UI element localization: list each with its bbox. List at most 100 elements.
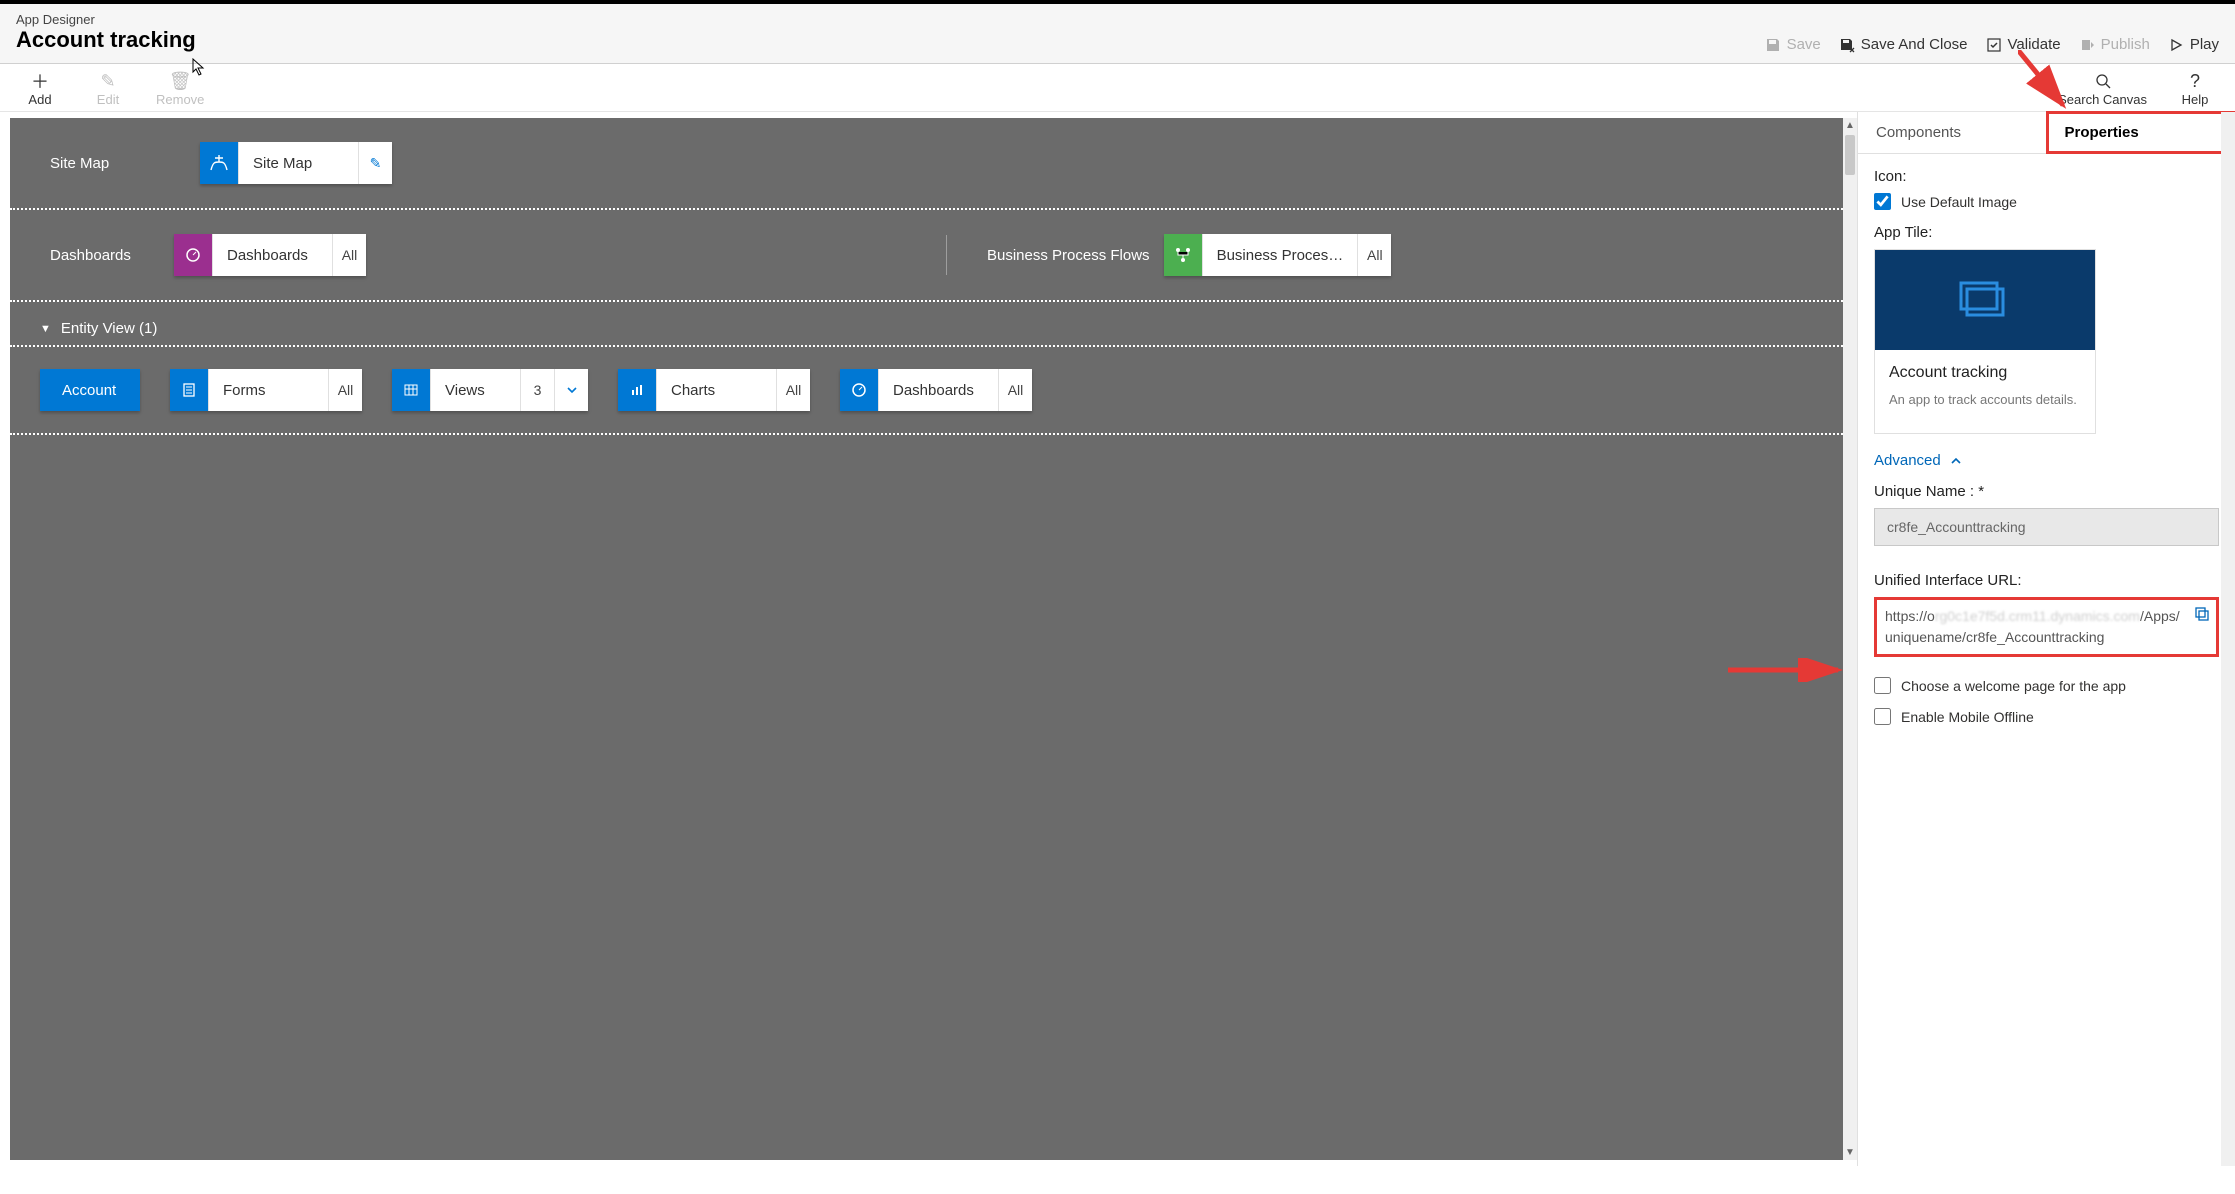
copy-icon[interactable] xyxy=(2194,606,2210,628)
use-default-image-label: Use Default Image xyxy=(1901,194,2017,210)
sitemap-icon xyxy=(200,142,238,184)
forms-tile[interactable]: Forms All xyxy=(170,369,362,411)
bpf-tile-label: Business Proces… xyxy=(1202,234,1358,276)
url-label: Unified Interface URL: xyxy=(1874,572,2219,589)
sitemap-edit-icon[interactable]: ✎ xyxy=(358,142,392,184)
search-icon xyxy=(2095,70,2111,92)
publish-label: Publish xyxy=(2101,36,2150,53)
dashboards-tile-label: Dashboards xyxy=(212,234,332,276)
play-label: Play xyxy=(2190,36,2219,53)
advanced-toggle[interactable]: Advanced xyxy=(1874,452,2219,469)
help-button[interactable]: ? Help xyxy=(2175,70,2215,107)
publish-button: Publish xyxy=(2079,36,2150,53)
add-button[interactable]: ＋ Add xyxy=(20,70,60,107)
welcome-page-input[interactable] xyxy=(1874,677,1891,694)
dashboards-suffix[interactable]: All xyxy=(332,234,366,276)
save-label: Save xyxy=(1787,36,1821,53)
right-pane: Components Properties Icon: Use Default … xyxy=(1857,112,2235,1166)
welcome-page-label: Choose a welcome page for the app xyxy=(1901,678,2126,694)
sitemap-tile-label: Site Map xyxy=(238,142,358,184)
app-tile-desc: An app to track accounts details. xyxy=(1889,392,2081,407)
views-icon xyxy=(392,369,430,411)
edit-button: ✎ Edit xyxy=(88,70,128,107)
save-button: Save xyxy=(1765,36,1821,53)
caret-down-icon: ▼ xyxy=(40,323,51,335)
app-tile-icon xyxy=(1875,250,2095,350)
validate-label: Validate xyxy=(2008,36,2061,53)
add-label: Add xyxy=(28,92,51,107)
help-label: Help xyxy=(2182,92,2209,107)
dashboards-tile[interactable]: Dashboards All xyxy=(174,234,366,276)
use-default-image-checkbox[interactable]: Use Default Image xyxy=(1874,193,2219,210)
save-and-close-button[interactable]: Save And Close xyxy=(1839,36,1968,53)
pane-scrollbar[interactable] xyxy=(2221,112,2235,1166)
plus-icon: ＋ xyxy=(31,70,49,92)
views-tile-label: Views xyxy=(430,369,520,411)
pencil-icon: ✎ xyxy=(100,70,115,92)
app-tile-label: App Tile: xyxy=(1874,224,2219,241)
bpf-row-label: Business Process Flows xyxy=(987,247,1150,264)
page-subtitle: App Designer xyxy=(16,12,196,27)
views-chevron-icon[interactable] xyxy=(554,369,588,411)
use-default-image-input[interactable] xyxy=(1874,193,1891,210)
ent-dash-suffix[interactable]: All xyxy=(998,369,1032,411)
unique-name-input xyxy=(1874,508,2219,546)
save-close-icon xyxy=(1839,37,1855,53)
bpf-tile[interactable]: Business Proces… All xyxy=(1164,234,1392,276)
forms-suffix[interactable]: All xyxy=(328,369,362,411)
url-value-box: https://org0c1e7f5d.crm11.dynamics.com/A… xyxy=(1874,597,2219,657)
toolbar: ＋ Add ✎ Edit 🗑 Remove Search Canvas ? He… xyxy=(0,64,2235,112)
edit-label: Edit xyxy=(97,92,119,107)
welcome-page-checkbox[interactable]: Choose a welcome page for the app xyxy=(1874,677,2219,694)
canvas-scrollbar[interactable]: ▲ ▼ xyxy=(1843,118,1857,1160)
icon-label: Icon: xyxy=(1874,168,2219,185)
scroll-thumb[interactable] xyxy=(1845,135,1855,175)
play-button[interactable]: Play xyxy=(2168,36,2219,53)
search-canvas-button[interactable]: Search Canvas xyxy=(2058,70,2147,107)
help-icon: ? xyxy=(2190,70,2200,92)
scroll-up-icon[interactable]: ▲ xyxy=(1843,118,1857,133)
charts-suffix[interactable]: All xyxy=(776,369,810,411)
row-separator xyxy=(946,235,947,275)
publish-icon xyxy=(2079,37,2095,53)
views-suffix[interactable]: 3 xyxy=(520,369,554,411)
dashboard-icon xyxy=(174,234,212,276)
page-title: Account tracking xyxy=(16,27,196,53)
mobile-offline-input[interactable] xyxy=(1874,708,1891,725)
search-canvas-label: Search Canvas xyxy=(2058,92,2147,107)
scroll-down-icon[interactable]: ▼ xyxy=(1843,1145,1857,1160)
top-bar: App Designer Account tracking Save Save … xyxy=(0,0,2235,64)
views-tile[interactable]: Views 3 xyxy=(392,369,588,411)
remove-label: Remove xyxy=(156,92,204,107)
url-blur: rg0c1e7f5d.crm11.dynamics.com xyxy=(1935,608,2140,624)
trash-icon: 🗑 xyxy=(169,70,192,92)
charts-tile[interactable]: Charts All xyxy=(618,369,810,411)
annotation-arrow-url xyxy=(1728,658,1843,682)
entity-view-header[interactable]: ▼ Entity View (1) xyxy=(10,302,1843,347)
play-icon xyxy=(2168,37,2184,53)
save-and-close-label: Save And Close xyxy=(1861,36,1968,53)
app-tile-preview: Account tracking An app to track account… xyxy=(1874,249,2096,434)
ent-dash-tile-label: Dashboards xyxy=(878,369,998,411)
designer-canvas[interactable]: Site Map Site Map ✎ Dashboards xyxy=(10,118,1843,1160)
entity-dashboards-tile[interactable]: Dashboards All xyxy=(840,369,1032,411)
dashboards-row-label: Dashboards xyxy=(50,247,160,264)
tab-components[interactable]: Components xyxy=(1858,112,2047,153)
dashboard-icon xyxy=(840,369,878,411)
bpf-icon xyxy=(1164,234,1202,276)
advanced-label: Advanced xyxy=(1874,452,1941,469)
sitemap-tile[interactable]: Site Map ✎ xyxy=(200,142,392,184)
entity-account-label: Account xyxy=(62,382,116,399)
entity-account-chip[interactable]: Account xyxy=(40,369,140,411)
remove-button: 🗑 Remove xyxy=(156,70,204,107)
charts-tile-label: Charts xyxy=(656,369,776,411)
bpf-suffix[interactable]: All xyxy=(1357,234,1391,276)
validate-icon xyxy=(1986,37,2002,53)
url-prefix: https://o xyxy=(1885,608,1935,624)
tab-properties[interactable]: Properties xyxy=(2047,112,2235,153)
validate-button[interactable]: Validate xyxy=(1986,36,2061,53)
forms-tile-label: Forms xyxy=(208,369,328,411)
charts-icon xyxy=(618,369,656,411)
sitemap-row-label: Site Map xyxy=(50,155,160,172)
mobile-offline-checkbox[interactable]: Enable Mobile Offline xyxy=(1874,708,2219,725)
